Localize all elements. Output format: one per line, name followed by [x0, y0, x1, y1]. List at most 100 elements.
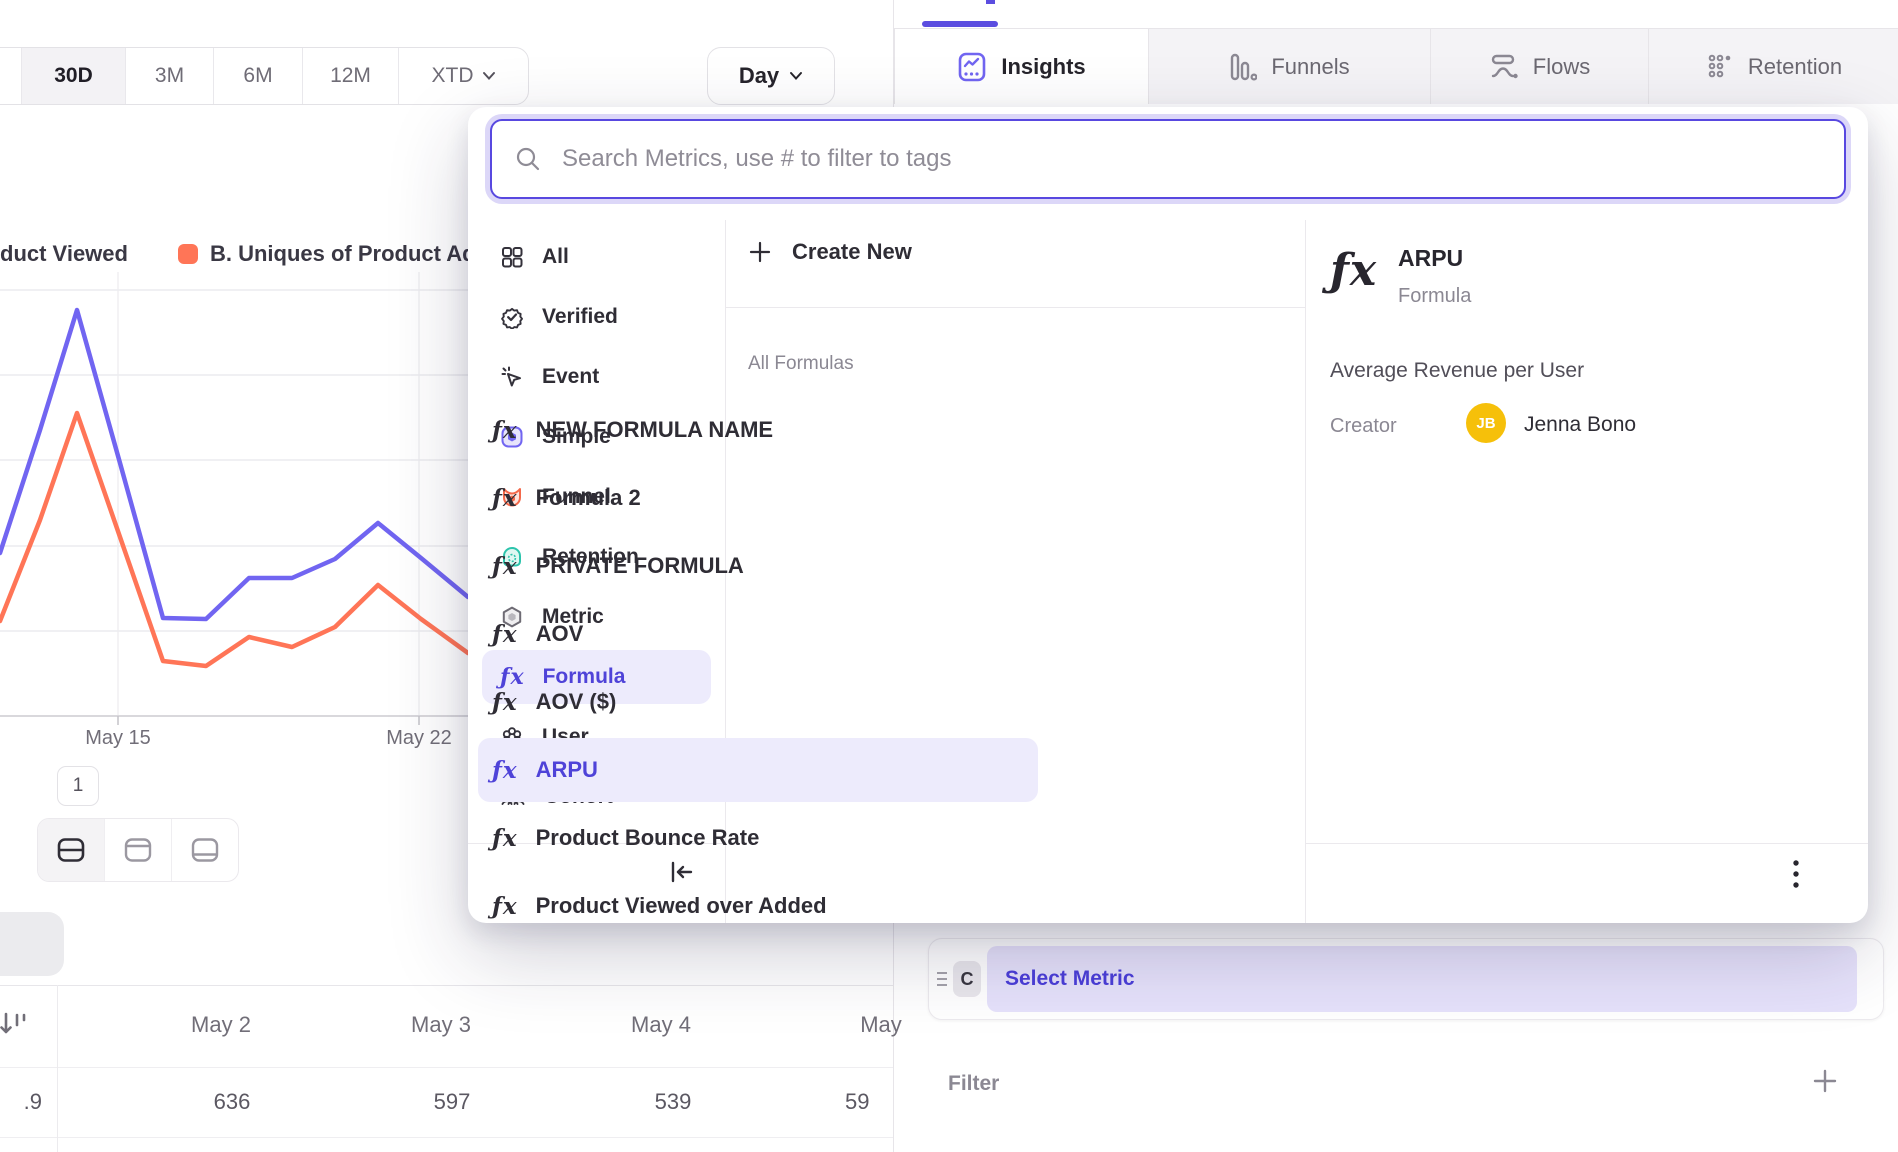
legend-series-b-swatch — [178, 244, 198, 264]
creator-label: Creator — [1330, 415, 1397, 438]
table-border — [0, 1137, 893, 1138]
metric-picker-modal: All Verified Event Simple — [468, 107, 1868, 923]
table-border — [0, 985, 893, 986]
range-segment-30d[interactable]: 30D — [22, 48, 126, 104]
fx-icon: ƒx — [492, 689, 518, 716]
x-axis-tick-label: May 22 — [369, 727, 469, 750]
x-axis-tick-label: May 15 — [68, 727, 168, 750]
formula-list-item[interactable]: ƒx Product Viewed over Added — [478, 874, 1038, 938]
detail-title: ARPU — [1398, 245, 1463, 272]
formula-list-item-selected[interactable]: ƒx ARPU — [478, 738, 1038, 802]
search-icon — [514, 145, 542, 173]
fx-icon: ƒx — [492, 553, 518, 580]
fx-icon: ƒx — [492, 893, 518, 920]
formula-list-item[interactable]: ƒx Formula 2 — [478, 466, 1038, 530]
cropped-purple-marker — [986, 0, 995, 4]
select-metric-label: Select Metric — [1005, 967, 1135, 991]
fx-icon: ƒx — [492, 825, 518, 852]
tab-insights[interactable]: Insights — [895, 29, 1148, 104]
chart-legend: duct Viewed B. Uniques of Product Add — [0, 241, 489, 267]
fx-icon: ƒx — [492, 757, 518, 784]
list-section-label: All Formulas — [748, 353, 854, 375]
creator-name: Jenna Bono — [1524, 413, 1636, 437]
interval-label: Day — [739, 63, 779, 89]
tab-label: Funnels — [1271, 54, 1349, 80]
verified-badge-icon — [500, 305, 524, 329]
create-new-button[interactable]: Create New — [748, 239, 912, 265]
table-column-divider — [57, 985, 58, 1152]
kebab-menu-icon[interactable] — [1790, 857, 1802, 893]
cropped-corner-element — [0, 912, 64, 976]
fx-icon: ƒx — [492, 417, 518, 444]
date-range-group: 30D 3M 6M 12M XTD — [0, 47, 529, 105]
add-filter-button[interactable] — [1812, 1068, 1838, 1094]
funnels-icon — [1229, 52, 1257, 82]
drag-handle-icon[interactable] — [935, 969, 949, 989]
select-metric-button[interactable]: Select Metric — [987, 946, 1857, 1012]
tab-flows[interactable]: Flows — [1430, 29, 1648, 104]
formula-list-item[interactable]: ƒx AOV ($) — [478, 670, 1038, 734]
table-cell: 636 — [157, 1082, 307, 1122]
layout-split-icon — [56, 837, 86, 863]
legend-series-a-label[interactable]: duct Viewed — [0, 241, 128, 267]
fx-icon: ƒx — [492, 485, 518, 512]
sidebar-item-event[interactable]: Event — [482, 350, 711, 404]
range-segment-12m[interactable]: 12M — [303, 48, 399, 104]
clause-letter-badge: C — [953, 961, 981, 997]
insights-icon — [957, 51, 987, 83]
table-header-cell[interactable]: May 4 — [586, 1005, 736, 1045]
range-segment-partial[interactable] — [0, 48, 22, 104]
formula-list-item[interactable]: ƒx NEW FORMULA NAME — [478, 398, 1038, 462]
search-input[interactable] — [490, 119, 1846, 199]
report-tabbar: Insights Funnels Flows Retent — [894, 28, 1898, 104]
layout-table-only-button[interactable] — [172, 819, 238, 881]
flows-icon — [1489, 53, 1519, 81]
event-cursor-icon — [500, 365, 524, 389]
table-cell: 539 — [598, 1082, 748, 1122]
plus-icon — [748, 240, 772, 264]
fx-icon: ƒx — [492, 621, 518, 648]
formula-list-item[interactable]: ƒx PRIVATE FORMULA — [478, 534, 1038, 598]
chevron-down-icon — [789, 71, 803, 81]
table-header-cell[interactable]: May 3 — [366, 1005, 516, 1045]
formula-list-item[interactable]: ƒx Product Bounce Rate — [478, 806, 1038, 870]
detail-fx-icon: ƒx — [1330, 245, 1377, 296]
app-screen: 30D 3M 6M 12M XTD Day Insights — [0, 0, 1898, 1152]
filter-section-label: Filter — [948, 1072, 999, 1096]
page-number-button[interactable]: 1 — [57, 766, 99, 806]
legend-series-b-label[interactable]: B. Uniques of Product Add — [210, 241, 489, 267]
range-segment-xtd[interactable]: XTD — [399, 48, 528, 104]
sidebar-item-verified[interactable]: Verified — [482, 290, 711, 344]
range-segment-3m[interactable]: 3M — [126, 48, 214, 104]
range-segment-6m[interactable]: 6M — [214, 48, 303, 104]
table-cell: 597 — [377, 1082, 527, 1122]
interval-dropdown[interactable]: Day — [707, 47, 835, 105]
chevron-down-icon — [482, 71, 496, 81]
sidebar-item-all[interactable]: All — [482, 230, 711, 284]
table-header-cell[interactable]: May 2 — [146, 1005, 296, 1045]
tab-label: Insights — [1001, 54, 1085, 80]
active-tab-underline — [922, 21, 998, 27]
all-grid-icon — [500, 245, 524, 269]
table-row-label-partial: .9 — [0, 1082, 42, 1122]
sort-icon[interactable] — [0, 1008, 30, 1047]
layout-chart-only-button[interactable] — [105, 819, 172, 881]
tab-label: Flows — [1533, 54, 1590, 80]
search-bar — [490, 119, 1846, 199]
layout-bottom-icon — [190, 837, 220, 863]
avatar: JB — [1466, 403, 1506, 443]
detail-footer-divider — [1306, 843, 1868, 844]
modal-column-divider — [1305, 220, 1306, 923]
tab-funnels[interactable]: Funnels — [1148, 29, 1430, 104]
detail-description: Average Revenue per User — [1330, 359, 1584, 383]
metric-clause-card: C Select Metric — [928, 938, 1884, 1020]
tab-retention[interactable]: Retention — [1648, 29, 1898, 104]
list-divider — [726, 307, 1305, 308]
formula-list-item[interactable]: ƒx AOV — [478, 602, 1038, 666]
layout-top-icon — [123, 837, 153, 863]
detail-type-label: Formula — [1398, 285, 1471, 308]
tab-label: Retention — [1748, 54, 1842, 80]
layout-split-button[interactable] — [38, 819, 105, 881]
table-cell: 59 — [845, 1082, 925, 1122]
retention-icon — [1706, 53, 1734, 81]
